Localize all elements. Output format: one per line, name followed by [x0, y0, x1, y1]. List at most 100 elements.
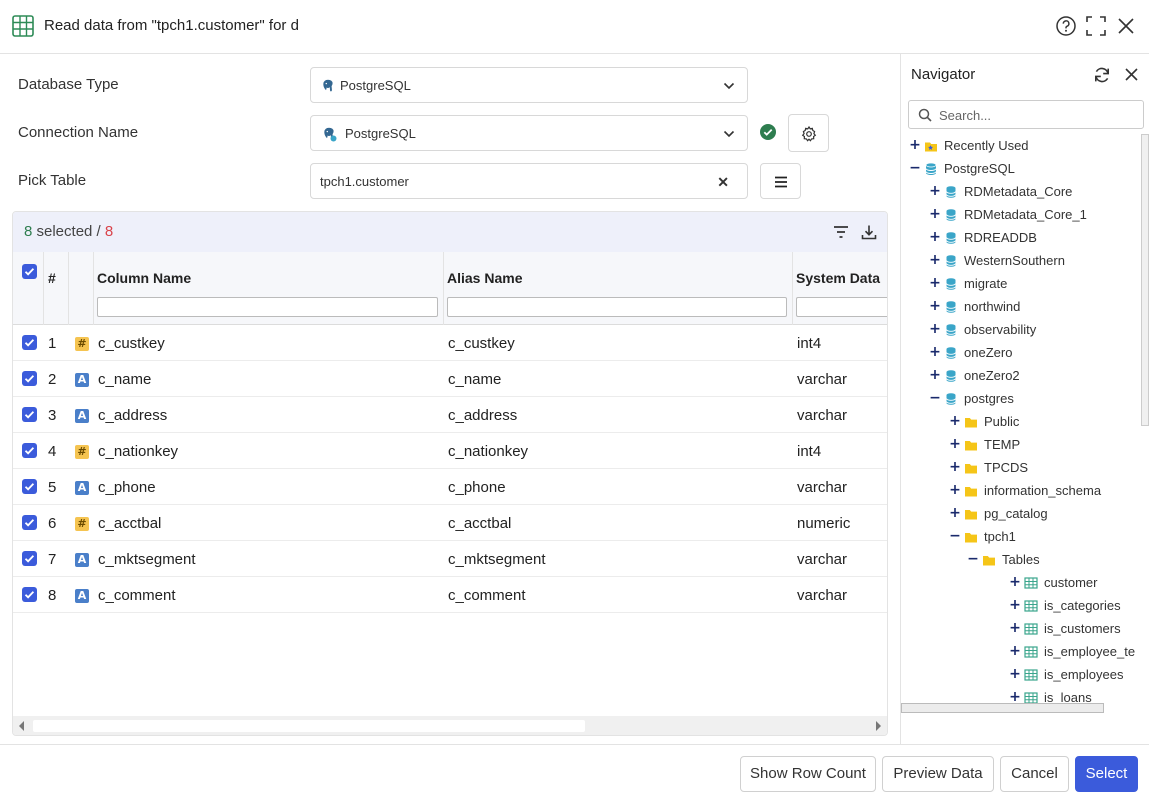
folder-icon [965, 441, 977, 451]
expand-icon[interactable]: + [1009, 574, 1021, 590]
clear-icon[interactable]: ✕ [717, 174, 729, 191]
row-checkbox[interactable] [22, 587, 37, 602]
row-checkbox[interactable] [22, 335, 37, 350]
row-checkbox[interactable] [22, 515, 37, 530]
alias-name-cell[interactable]: c_address [448, 407, 517, 424]
cancel-button[interactable]: Cancel [1000, 756, 1069, 792]
navigator-search-input[interactable]: Search... [908, 100, 1144, 129]
expand-icon[interactable]: + [929, 298, 941, 314]
column-name-cell[interactable]: c_custkey [98, 335, 165, 352]
table-row[interactable]: 4 # c_nationkey c_nationkey int4 [13, 433, 887, 469]
expand-icon[interactable]: + [1009, 620, 1021, 636]
collapse-icon[interactable]: − [949, 528, 961, 544]
connection-settings-button[interactable] [788, 114, 829, 152]
download-icon[interactable] [861, 224, 877, 240]
grid-horizontal-scrollbar[interactable] [13, 716, 887, 735]
collapse-icon[interactable]: − [929, 390, 941, 406]
help-icon[interactable] [1055, 15, 1077, 37]
chevron-down-icon[interactable] [723, 80, 735, 92]
expand-icon[interactable]: + [1009, 597, 1021, 613]
alias-name-cell[interactable]: c_mktsegment [448, 551, 546, 568]
table-row[interactable]: 7 Ac_mktsegment c_mktsegment varchar [13, 541, 887, 577]
expand-icon[interactable]: + [929, 321, 941, 337]
row-checkbox[interactable] [22, 443, 37, 458]
header-alias-name[interactable]: Alias Name [447, 270, 522, 286]
alias-name-cell[interactable]: c_comment [448, 587, 526, 604]
expand-icon[interactable]: + [929, 229, 941, 245]
scrollbar-thumb[interactable] [33, 720, 585, 732]
column-name-cell[interactable]: c_mktsegment [98, 551, 196, 568]
system-data-filter-input[interactable] [796, 297, 887, 317]
refresh-icon[interactable] [1093, 66, 1111, 84]
column-name-cell[interactable]: c_nationkey [98, 443, 178, 460]
header-column-name[interactable]: Column Name [97, 270, 191, 286]
alias-name-cell[interactable]: c_acctbal [448, 515, 511, 532]
close-icon[interactable] [1124, 67, 1139, 82]
expand-icon[interactable]: + [929, 367, 941, 383]
navigator-horizontal-scrollbar[interactable] [901, 703, 1104, 713]
pick-table-label: Pick Table [18, 172, 87, 189]
show-row-count-button[interactable]: Show Row Count [740, 756, 876, 792]
table-row[interactable]: 3 Ac_address c_address varchar [13, 397, 887, 433]
expand-icon[interactable]: + [929, 275, 941, 291]
expand-icon[interactable]: + [1009, 666, 1021, 682]
row-checkbox[interactable] [22, 479, 37, 494]
collapse-icon[interactable]: − [967, 551, 979, 567]
table-icon [1024, 646, 1038, 658]
row-checkbox[interactable] [22, 371, 37, 386]
navigator-vertical-scrollbar[interactable] [1141, 134, 1149, 426]
select-button[interactable]: Select [1075, 756, 1138, 792]
column-name-cell[interactable]: c_acctbal [98, 515, 161, 532]
collapse-icon[interactable]: − [909, 160, 921, 176]
column-name-cell[interactable]: c_comment [98, 587, 176, 604]
chevron-down-icon[interactable] [723, 128, 735, 140]
alias-name-cell[interactable]: c_custkey [448, 335, 515, 352]
header-system-data[interactable]: System Data [796, 270, 880, 286]
alias-name-cell[interactable]: c_nationkey [448, 443, 528, 460]
column-name-cell[interactable]: c_phone [98, 479, 156, 496]
expand-icon[interactable]: + [929, 183, 941, 199]
table-row[interactable]: 5 Ac_phone c_phone varchar [13, 469, 887, 505]
row-index: 5 [48, 479, 57, 496]
preview-data-button[interactable]: Preview Data [882, 756, 994, 792]
expand-icon[interactable]: + [949, 459, 961, 475]
column-name-filter-input[interactable] [97, 297, 438, 317]
expand-icon[interactable]: + [949, 482, 961, 498]
row-index: 1 [48, 335, 57, 352]
scroll-right-icon[interactable] [874, 721, 882, 731]
expand-icon[interactable]: + [909, 137, 921, 153]
search-icon [918, 108, 932, 122]
column-name-cell[interactable]: c_name [98, 371, 151, 388]
expand-icon[interactable]: + [929, 344, 941, 360]
alias-name-cell[interactable]: c_phone [448, 479, 506, 496]
maximize-icon[interactable] [1085, 15, 1107, 37]
row-index: 2 [48, 371, 57, 388]
alias-name-filter-input[interactable] [447, 297, 787, 317]
tree-item-label: northwind [964, 299, 1021, 314]
connection-name-select[interactable]: PostgreSQL [310, 115, 748, 151]
alias-name-cell[interactable]: c_name [448, 371, 501, 388]
expand-icon[interactable]: + [929, 206, 941, 222]
scroll-left-icon[interactable] [18, 721, 26, 731]
database-type-select[interactable]: PostgreSQL [310, 67, 748, 103]
table-row[interactable]: 6 # c_acctbal c_acctbal numeric [13, 505, 887, 541]
table-menu-button[interactable] [760, 163, 801, 199]
table-row[interactable]: 1 # c_custkey c_custkey int4 [13, 325, 887, 361]
select-all-checkbox[interactable] [22, 264, 37, 279]
pick-table-input[interactable]: tpch1.customer ✕ [310, 163, 748, 199]
column-name-cell[interactable]: c_address [98, 407, 167, 424]
table-row[interactable]: 2 Ac_name c_name varchar [13, 361, 887, 397]
tree-item-label: RDREADDB [964, 230, 1037, 245]
expand-icon[interactable]: + [949, 505, 961, 521]
row-index: 7 [48, 551, 57, 568]
filter-icon[interactable] [833, 225, 849, 239]
close-icon[interactable] [1115, 15, 1137, 37]
expand-icon[interactable]: + [949, 436, 961, 452]
table-row[interactable]: 8 Ac_comment c_comment varchar [13, 577, 887, 613]
expand-icon[interactable]: + [949, 413, 961, 429]
expand-icon[interactable]: + [929, 252, 941, 268]
row-checkbox[interactable] [22, 551, 37, 566]
dialog-titlebar: Read data from "tpch1.customer" for d [0, 0, 1149, 54]
expand-icon[interactable]: + [1009, 643, 1021, 659]
row-checkbox[interactable] [22, 407, 37, 422]
